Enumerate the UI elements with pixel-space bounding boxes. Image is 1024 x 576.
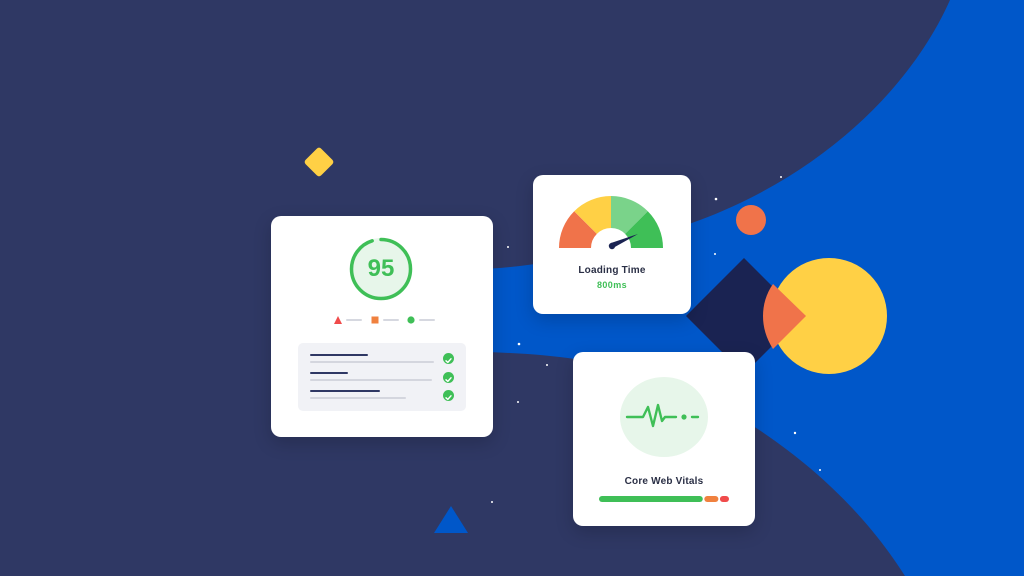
vitals-bar-segment: [719, 496, 729, 502]
square-icon: [371, 316, 379, 324]
heartbeat-icon: [620, 377, 708, 457]
performance-score-card: 95: [271, 216, 493, 437]
audit-row-title: [310, 390, 380, 392]
yellow-diamond-shape: [304, 147, 334, 177]
audit-row-detail: [310, 379, 432, 381]
vitals-bar-segment: [599, 496, 703, 502]
orange-dot-shape: [736, 205, 766, 235]
loading-time-title: Loading Time: [578, 265, 646, 276]
loading-time-value: 800ms: [596, 280, 628, 290]
audit-row-title: [310, 372, 348, 374]
vitals-progress-bar: [599, 496, 729, 502]
core-web-vitals-title: Core Web Vitals: [624, 476, 704, 487]
speedometer-icon: [558, 195, 664, 250]
audit-row-detail: [310, 397, 406, 399]
background-art: [304, 0, 1024, 576]
vitals-bar-segment: [704, 496, 719, 502]
score-value: 95: [367, 255, 395, 282]
check-icon: [443, 372, 454, 383]
score-legend: [333, 315, 435, 325]
audit-list: [298, 343, 466, 411]
triangle-icon: [334, 316, 342, 324]
blue-triangle-shape: [434, 506, 468, 533]
core-web-vitals-card: Core Web Vitals: [573, 352, 755, 526]
check-icon: [443, 390, 454, 401]
loading-time-card: Loading Time 800ms: [533, 175, 691, 314]
check-icon: [443, 353, 454, 364]
audit-row-title: [310, 354, 368, 356]
audit-row-detail: [310, 361, 434, 363]
circle-icon: [407, 316, 415, 324]
